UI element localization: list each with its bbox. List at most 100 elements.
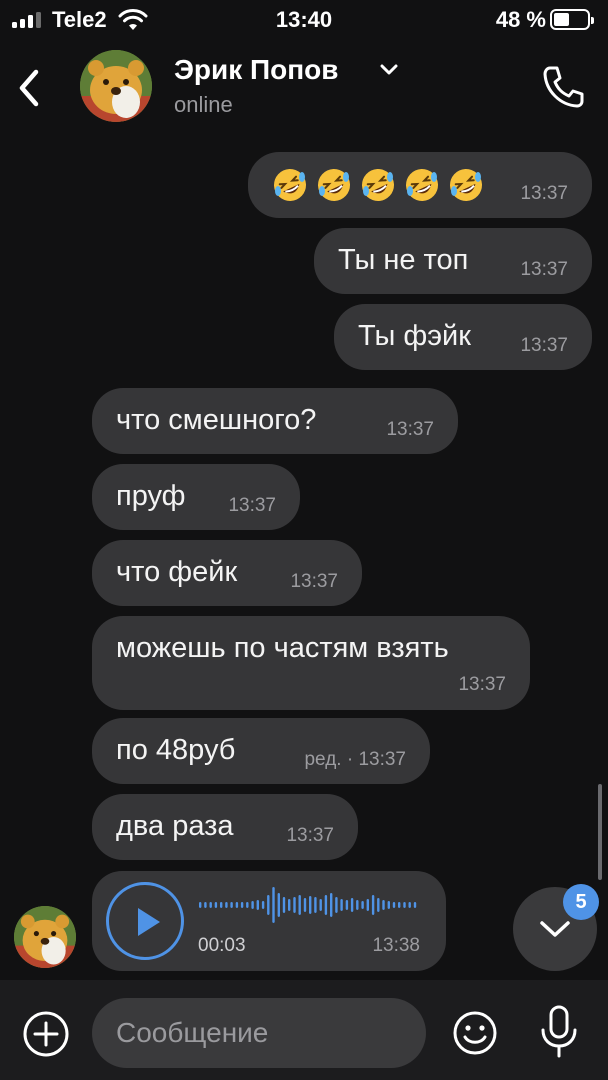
waveform-bar	[288, 899, 291, 911]
waveform-bar	[303, 898, 307, 912]
waveform-bar	[204, 902, 207, 908]
waveform-bar	[214, 902, 218, 908]
waveform-bar	[314, 897, 317, 913]
waveform-bar	[335, 897, 338, 913]
message-bubble-incoming[interactable]: что фейк 13:37	[92, 540, 362, 606]
message-bubble-incoming[interactable]: можешь по частям взять 13:37	[92, 616, 530, 710]
status-bar: Tele2 13:40 48 %	[0, 0, 608, 40]
chat-header: Эрик Попов online	[0, 40, 608, 136]
chevron-down-icon	[540, 921, 570, 937]
message-text: два раза	[116, 810, 234, 842]
waveform-bar	[387, 901, 390, 909]
waveform-bar	[209, 902, 212, 908]
rolling-laughing-emoji-icon	[450, 169, 482, 201]
message-time: 13:38	[372, 935, 420, 956]
battery-percent: 48 %	[495, 7, 546, 32]
message-time: 13:37	[520, 259, 568, 280]
waveform-bar	[377, 898, 380, 912]
message-bubble-outgoing[interactable]: 13:37	[248, 152, 592, 218]
waveform-bar	[356, 900, 359, 910]
play-button[interactable]	[106, 882, 184, 960]
waveform-bar	[330, 893, 333, 917]
phone-call-icon[interactable]	[540, 64, 586, 110]
waveform-bar	[309, 896, 312, 914]
message-time: 13:37	[386, 419, 434, 440]
waveform-bar	[251, 901, 254, 909]
message-text: Ты фэйк	[358, 320, 471, 352]
sender-avatar[interactable]	[14, 906, 76, 968]
message-bubble-incoming[interactable]: что смешного? 13:37	[92, 388, 458, 454]
waveform-bar	[240, 902, 244, 908]
message-input-placeholder: Сообщение	[116, 1017, 269, 1048]
waveform-bar	[235, 902, 239, 908]
presence-status: online	[174, 92, 233, 117]
message-bubble-incoming[interactable]: два раза 13:37	[92, 794, 358, 860]
waveform-bar	[350, 898, 354, 912]
waveform-bar	[225, 902, 228, 908]
microphone-icon[interactable]	[538, 1004, 580, 1060]
message-text: пруф	[116, 480, 186, 512]
message-bubble-outgoing[interactable]: Ты не топ 13:37	[314, 228, 592, 294]
message-bubble-incoming[interactable]: по 48руб ред. · 13:37	[92, 718, 430, 784]
rolling-laughing-emoji-icon	[318, 169, 350, 201]
voice-duration: 00:03	[198, 935, 246, 956]
waveform-bar	[345, 900, 349, 910]
waveform-bar	[319, 899, 322, 911]
waveform-bar	[382, 900, 385, 910]
waveform-bar	[298, 895, 301, 915]
waveform-bar	[267, 895, 270, 915]
waveform-bar	[413, 902, 417, 908]
waveform-bar	[282, 897, 286, 913]
waveform-bar	[366, 899, 369, 911]
waveform-bar	[220, 902, 223, 908]
message-text: что фейк	[116, 556, 238, 588]
chevron-down-icon[interactable]	[378, 62, 400, 78]
waveform-bar	[392, 902, 396, 908]
waveform-bar	[398, 902, 401, 908]
rolling-laughing-emoji-icon	[406, 169, 438, 201]
battery-fill	[554, 13, 569, 26]
waveform-bar	[256, 900, 259, 910]
waveform-bar	[272, 887, 275, 923]
waveform-bar	[361, 901, 364, 909]
waveform-bar	[277, 893, 280, 917]
waveform-bar	[340, 899, 343, 911]
message-edited-time: ред. · 13:37	[304, 749, 406, 770]
waveform-bar	[230, 902, 233, 908]
rolling-laughing-emoji-icon	[362, 169, 394, 201]
message-bubble-outgoing[interactable]: Ты фэйк 13:37	[334, 304, 592, 370]
message-bubble-incoming[interactable]: пруф 13:37	[92, 464, 300, 530]
voice-message[interactable]: 00:03 13:38	[92, 871, 446, 971]
emoji-picker-icon[interactable]	[452, 1010, 498, 1056]
back-arrow-icon[interactable]	[14, 66, 46, 110]
message-text: можешь по частям взять	[116, 632, 449, 664]
message-input[interactable]: Сообщение	[92, 998, 426, 1068]
message-time: 13:37	[290, 571, 338, 592]
message-text: Ты не топ	[338, 244, 469, 276]
rolling-laughing-emoji-icon	[274, 169, 306, 201]
message-composer: Сообщение	[0, 980, 608, 1080]
message-time: 13:37	[286, 825, 334, 846]
message-time: 13:37	[520, 335, 568, 356]
waveform-bar	[261, 901, 265, 909]
message-time: 13:37	[228, 495, 276, 516]
message-time: 13:37	[458, 674, 506, 695]
waveform-bar	[403, 902, 406, 908]
contact-name[interactable]: Эрик Попов	[174, 54, 339, 86]
waveform-bar	[408, 902, 411, 908]
waveform-bar	[293, 897, 296, 913]
contact-avatar[interactable]	[80, 50, 152, 122]
waveform-bar	[199, 902, 202, 908]
play-icon	[138, 908, 160, 936]
waveform-bar	[371, 895, 375, 915]
add-attachment-icon[interactable]	[22, 1010, 70, 1058]
voice-waveform[interactable]	[198, 885, 418, 925]
message-text: что смешного?	[116, 404, 317, 436]
waveform-bar	[324, 895, 328, 915]
battery-icon	[550, 9, 594, 30]
waveform-bar	[246, 902, 249, 908]
message-text: по 48руб	[116, 734, 236, 766]
message-time: 13:37	[520, 183, 568, 204]
unread-count-badge: 5	[563, 884, 599, 920]
scroll-indicator	[598, 784, 602, 880]
